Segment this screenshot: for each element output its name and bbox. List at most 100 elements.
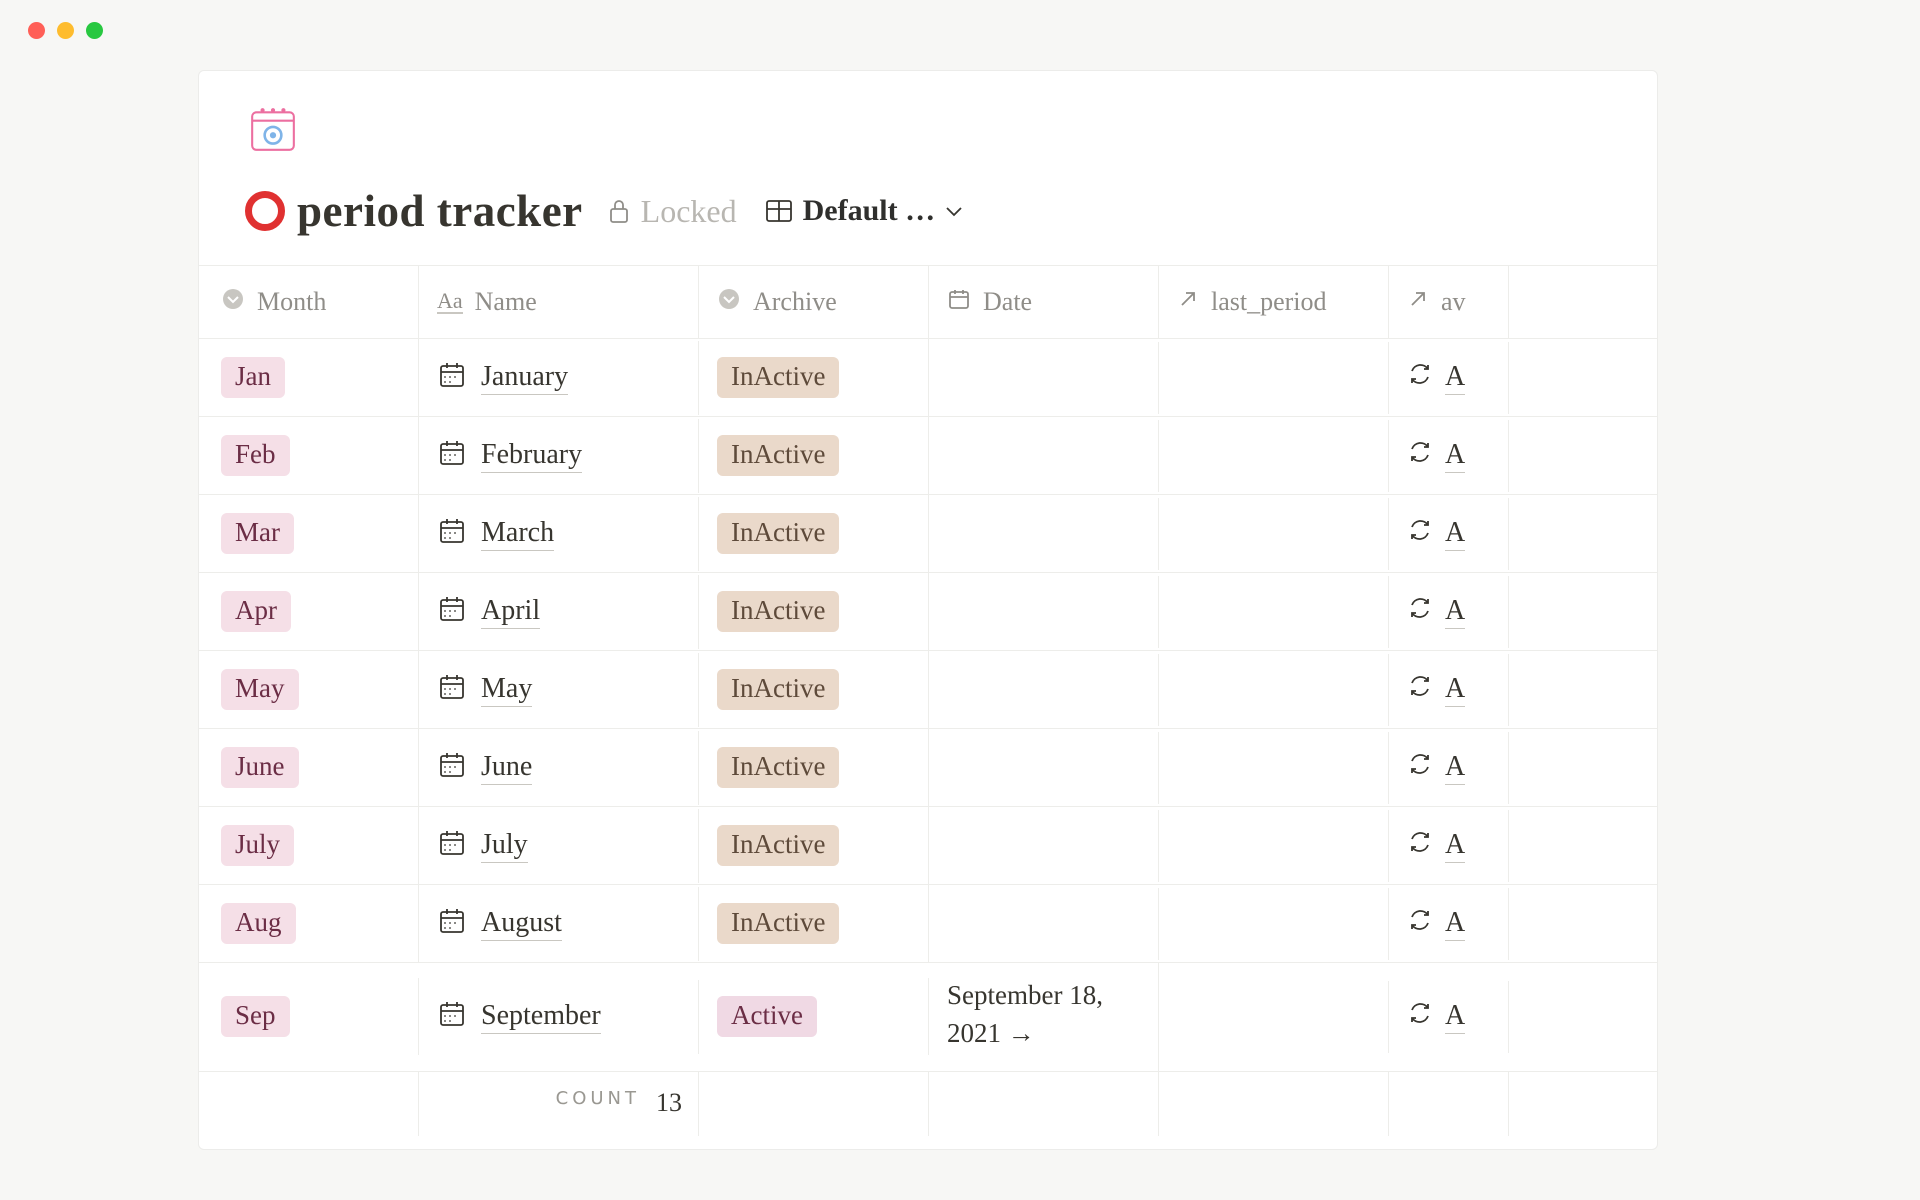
last-period-cell[interactable] — [1159, 654, 1389, 726]
chevron-in-circle-icon — [221, 287, 245, 318]
date-cell[interactable] — [929, 654, 1159, 726]
archive-cell[interactable]: InActive — [699, 339, 929, 416]
chevron-down-icon — [945, 198, 963, 224]
sync-icon — [1407, 1000, 1433, 1034]
date-cell[interactable] — [929, 420, 1159, 492]
av-cell[interactable]: A — [1389, 654, 1509, 726]
av-cell[interactable]: A — [1389, 576, 1509, 648]
sync-icon — [1407, 361, 1433, 395]
date-cell[interactable] — [929, 888, 1159, 960]
count-cell[interactable]: count 13 — [419, 1072, 699, 1136]
month-cell[interactable]: Aug — [199, 885, 419, 962]
month-cell[interactable]: July — [199, 807, 419, 884]
name-cell[interactable]: February — [419, 419, 699, 493]
table-row[interactable]: Sep September ActiveSeptember 18, 2021 → A — [199, 962, 1657, 1071]
count-label: count — [556, 1088, 640, 1118]
col-header-month[interactable]: Month — [199, 266, 419, 338]
row-name: September — [481, 1000, 601, 1034]
col-header-last-period[interactable]: last_period — [1159, 266, 1389, 338]
last-period-cell[interactable] — [1159, 810, 1389, 882]
minimize-window-button[interactable] — [57, 22, 74, 39]
name-cell[interactable]: June — [419, 731, 699, 805]
av-cell[interactable]: A — [1389, 810, 1509, 882]
month-cell[interactable]: Jan — [199, 339, 419, 416]
month-tag: July — [221, 825, 294, 866]
archive-cell[interactable]: InActive — [699, 651, 929, 728]
close-window-button[interactable] — [28, 22, 45, 39]
table-footer: count 13 — [199, 1071, 1657, 1136]
date-cell[interactable] — [929, 342, 1159, 414]
av-value: A — [1445, 1000, 1465, 1034]
row-name: August — [481, 907, 562, 941]
date-cell[interactable] — [929, 732, 1159, 804]
last-period-cell[interactable] — [1159, 732, 1389, 804]
archive-cell[interactable]: InActive — [699, 573, 929, 650]
archive-cell[interactable]: InActive — [699, 729, 929, 806]
zoom-window-button[interactable] — [86, 22, 103, 39]
date-cell[interactable] — [929, 810, 1159, 882]
last-period-cell[interactable] — [1159, 342, 1389, 414]
title-row: period tracker Locked Default … — [245, 185, 1657, 237]
sync-icon — [1407, 751, 1433, 785]
archive-cell[interactable]: InActive — [699, 807, 929, 884]
name-cell[interactable]: January — [419, 341, 699, 415]
name-cell[interactable]: April — [419, 575, 699, 649]
arrow-up-right-icon — [1407, 287, 1429, 317]
name-cell[interactable]: August — [419, 887, 699, 961]
month-cell[interactable]: June — [199, 729, 419, 806]
name-cell[interactable]: March — [419, 497, 699, 571]
row-name: May — [481, 673, 532, 707]
month-cell[interactable]: Apr — [199, 573, 419, 650]
av-cell[interactable]: A — [1389, 420, 1509, 492]
month-cell[interactable]: Mar — [199, 495, 419, 572]
archive-tag: InActive — [717, 669, 839, 710]
table-row[interactable]: May May InActive A — [199, 650, 1657, 728]
av-cell[interactable]: A — [1389, 732, 1509, 804]
col-header-name[interactable]: Aa Name — [419, 266, 699, 338]
av-cell[interactable]: A — [1389, 981, 1509, 1053]
archive-cell[interactable]: InActive — [699, 885, 929, 962]
table-row[interactable]: JuneJuneInActiveA — [199, 728, 1657, 806]
month-cell[interactable]: Feb — [199, 417, 419, 494]
last-period-cell[interactable] — [1159, 498, 1389, 570]
month-cell[interactable]: Sep — [199, 978, 419, 1055]
table-row[interactable]: MarMarchInActive A — [199, 494, 1657, 572]
name-cell[interactable]: May — [419, 653, 699, 727]
month-tag: Apr — [221, 591, 291, 632]
col-header-av[interactable]: av — [1389, 266, 1509, 338]
page-icon[interactable] — [245, 101, 301, 157]
table-row[interactable]: Aug August InActive A — [199, 884, 1657, 962]
locked-indicator[interactable]: Locked — [607, 193, 737, 230]
date-cell[interactable] — [929, 498, 1159, 570]
page-title[interactable]: period tracker — [297, 185, 583, 237]
col-label: last_period — [1211, 287, 1327, 317]
last-period-cell[interactable] — [1159, 420, 1389, 492]
calendar-page-icon — [437, 827, 467, 865]
name-cell[interactable]: July — [419, 809, 699, 883]
table-row[interactable]: FebFebruaryInActive A — [199, 416, 1657, 494]
table-row[interactable]: Apr AprilInActive A — [199, 572, 1657, 650]
archive-tag: InActive — [717, 903, 839, 944]
archive-cell[interactable]: Active — [699, 978, 929, 1055]
table-row[interactable]: JulyJulyInActiveA — [199, 806, 1657, 884]
archive-cell[interactable]: InActive — [699, 495, 929, 572]
last-period-cell[interactable] — [1159, 981, 1389, 1053]
locked-label: Locked — [641, 193, 737, 230]
view-label: Default … — [803, 194, 935, 228]
archive-cell[interactable]: InActive — [699, 417, 929, 494]
col-header-date[interactable]: Date — [929, 266, 1159, 338]
name-cell[interactable]: September — [419, 980, 699, 1054]
last-period-cell[interactable] — [1159, 576, 1389, 648]
date-cell[interactable]: September 18, 2021 → — [929, 963, 1159, 1071]
table-header: Month Aa Name Archive Date last_period a… — [199, 265, 1657, 338]
col-header-archive[interactable]: Archive — [699, 266, 929, 338]
last-period-cell[interactable] — [1159, 888, 1389, 960]
av-cell[interactable]: A — [1389, 342, 1509, 414]
table-row[interactable]: JanJanuaryInActive A — [199, 338, 1657, 416]
month-cell[interactable]: May — [199, 651, 419, 728]
av-cell[interactable]: A — [1389, 498, 1509, 570]
lock-icon — [607, 197, 631, 225]
av-cell[interactable]: A — [1389, 888, 1509, 960]
view-selector[interactable]: Default … — [765, 194, 963, 228]
date-cell[interactable] — [929, 576, 1159, 648]
